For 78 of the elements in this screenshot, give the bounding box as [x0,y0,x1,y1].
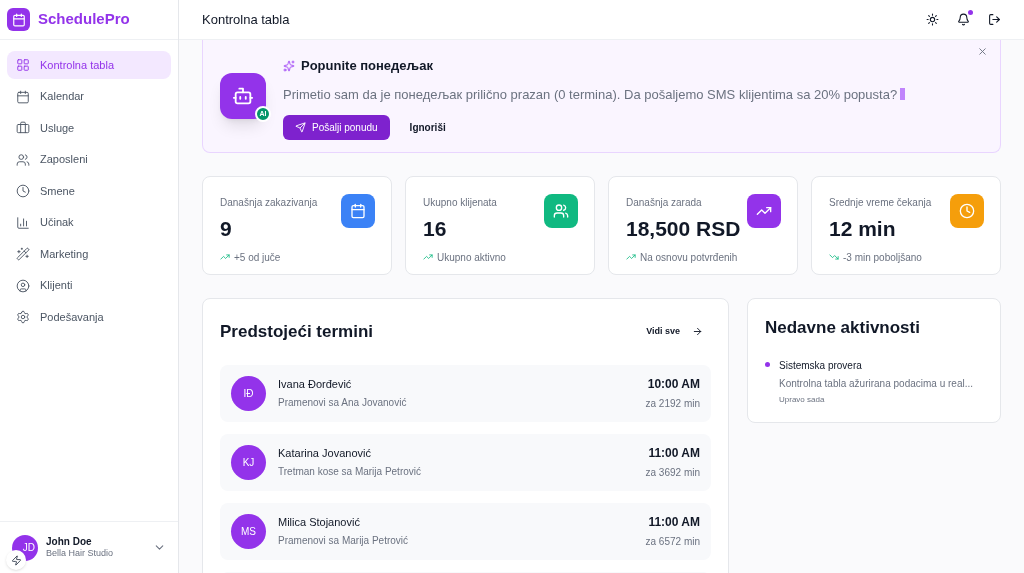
close-icon [977,46,988,57]
nav-item[interactable]: Usluge [7,114,171,142]
time-until: za 2192 min [645,397,700,411]
stat-note: +5 od juče [234,250,281,265]
appointment-time: 11:00 AM [648,445,700,462]
client-avatar: MS [231,513,266,549]
section-title: Predstojeći termini [220,321,374,343]
client-avatar: IĐ [231,375,266,411]
appointment-time: 10:00 AM [647,376,700,393]
stat-label: Ukupno klijenata [423,196,498,210]
section-title: Nedavne aktivnosti [765,317,921,339]
nav-item[interactable]: Kontrolna tabla [7,51,171,79]
arrow-right-icon [692,326,703,338]
user-name: John Doe [46,535,93,549]
time-until: za 3692 min [645,466,700,480]
client-name: Milica Stojanović [278,514,361,530]
lightning-icon [10,554,22,566]
studio-name: Bella Hair Studio [46,548,114,560]
view-all-link[interactable]: Vidi sve [646,325,703,339]
text-cursor [900,88,906,101]
stat-note: Ukupno aktivno [437,250,506,265]
brand-name: SchedulePro [38,9,130,30]
logout-button[interactable] [988,13,1001,26]
users-icon [16,152,30,167]
magic-wand-icon [16,247,30,261]
settings-icon [16,310,30,324]
robot-avatar [220,73,266,119]
user-circle-icon [16,278,30,293]
service-text: Tretman kose sa Marija Petrović [278,465,421,480]
nav-item[interactable]: Kalendar [7,82,171,111]
appointment-row[interactable]: KJ Katarina Jovanović Tretman kose sa Marija Petrović 11:00 AM za 3692 min [220,433,711,491]
appointment-time: 11:00 AM [648,514,700,531]
stat-label: Današnja zarada [626,196,703,210]
nav-item[interactable]: Klijenti [7,271,171,300]
service-text: Pramenovi sa Ana Jovanović [278,396,407,411]
banner-message: Primetio sam da je понедељак prilično prazan (0 termina). Da pošaljemo SMS klijentima sa 20% popusta? [283,85,898,104]
stat-value: 16 [423,216,448,242]
client-name: Katarina Jovanović [278,445,372,461]
nav-item[interactable]: Učinak [7,208,171,237]
stat-value: 9 [220,216,233,242]
briefcase-icon [16,121,30,135]
nav-item[interactable]: Marketing [7,240,171,268]
nav-item[interactable]: Podešavanja [7,303,171,331]
appointment-row[interactable]: MS Milica Stojanović Pramenovi sa Marija Petrović 11:00 AM za 6572 min [220,502,711,560]
nav-item[interactable]: Smene [7,177,171,205]
stat-label: Srednje vreme čekanja [829,196,933,210]
appointment-row[interactable]: IĐ Ivana Đorđević Pramenovi sa Ana Jovanović 10:00 AM za 2192 min [220,364,711,422]
stat-note: Na osnovu potvrđenih [640,250,738,265]
notifications-button[interactable] [957,13,970,26]
calendar-icon [16,89,30,104]
service-text: Pramenovi sa Marija Petrović [278,534,409,549]
stat-label: Današnja zakazivanja [220,196,319,210]
quick-action-button[interactable] [6,550,26,570]
bell-icon [957,13,970,26]
sparkles-icon [283,59,295,72]
activity-time: Upravo sada [779,393,826,406]
nav-item[interactable]: Zaposleni [7,145,171,174]
stat-note: -3 min poboljšano [843,250,922,265]
close-button[interactable] [977,46,988,57]
stat-value: 18,500 RSD [626,216,742,242]
page-title: Kontrolna tabla [202,10,290,29]
banner-title: Popunite понедељак [301,57,433,75]
time-until: za 6572 min [645,535,700,549]
ignore-button[interactable]: Ignoriši [395,115,460,140]
send-icon [295,122,306,133]
theme-toggle-button[interactable] [926,13,939,26]
send-offer-button[interactable]: Pošalji ponudu [283,115,390,140]
calendar-logo-icon [7,8,30,31]
client-avatar: KJ [231,444,266,480]
stat-value: 12 min [829,216,897,242]
client-name: Ivana Đorđević [278,376,353,392]
bar-chart-icon [16,215,30,230]
sun-icon [926,13,939,26]
grid-icon [16,58,30,72]
activity-text: Kontrolna tabla ažurirana podacima u real... [779,376,973,391]
logout-icon [988,13,1001,26]
clock-icon [16,184,30,198]
activity-title: Sistemska provera [779,358,863,373]
